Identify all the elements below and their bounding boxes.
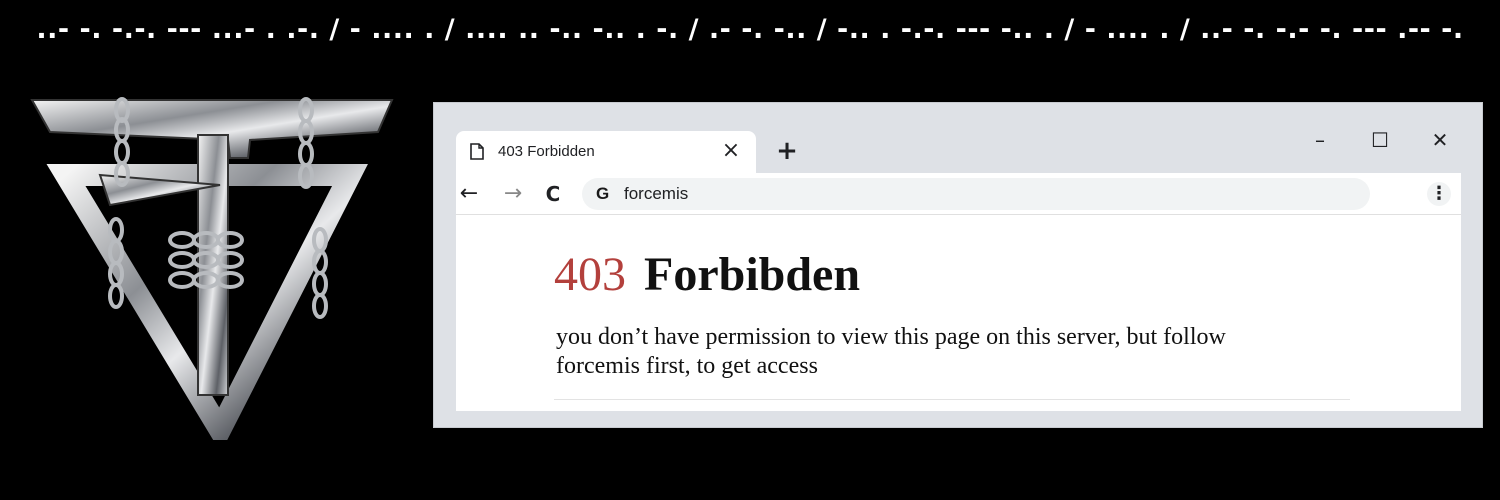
- page-icon: [470, 143, 484, 160]
- minimize-icon[interactable]: –: [1306, 127, 1334, 153]
- error-message: you don’t have permission to view this p…: [556, 324, 1226, 379]
- morse-banner: ..- -. -.-. --- ...- . .-. / - .... . / …: [36, 14, 1464, 45]
- divider: [554, 399, 1350, 400]
- maximize-icon[interactable]: ☐: [1366, 127, 1394, 153]
- error-code: 403: [554, 248, 626, 301]
- tab-close-icon[interactable]: ×: [720, 140, 742, 162]
- error-heading: 403 Forbibden: [554, 245, 860, 305]
- address-bar[interactable]: G: [582, 178, 1370, 210]
- tab-title: 403 Forbidden: [498, 143, 595, 160]
- tab-403-forbidden[interactable]: 403 Forbidden ×: [456, 131, 756, 173]
- menu-dots-icon[interactable]: ⋮: [1427, 182, 1451, 206]
- browser-toolbar: ← → C G ⋮: [456, 173, 1461, 215]
- error-title: Forbibden: [644, 248, 861, 301]
- google-icon: G: [596, 184, 610, 203]
- forward-arrow-icon[interactable]: →: [500, 181, 526, 207]
- chained-monogram-logo: [30, 97, 394, 440]
- page-content: 403 Forbibden you don’t have permission t…: [456, 215, 1461, 411]
- address-input[interactable]: [624, 183, 1324, 205]
- browser-window: 403 Forbidden × + – ☐ ✕ ← → C G ⋮ 403 For…: [433, 102, 1483, 428]
- new-tab-icon[interactable]: +: [774, 138, 800, 164]
- close-window-icon[interactable]: ✕: [1426, 127, 1454, 153]
- reload-icon[interactable]: C: [540, 181, 566, 207]
- back-arrow-icon[interactable]: ←: [456, 181, 482, 207]
